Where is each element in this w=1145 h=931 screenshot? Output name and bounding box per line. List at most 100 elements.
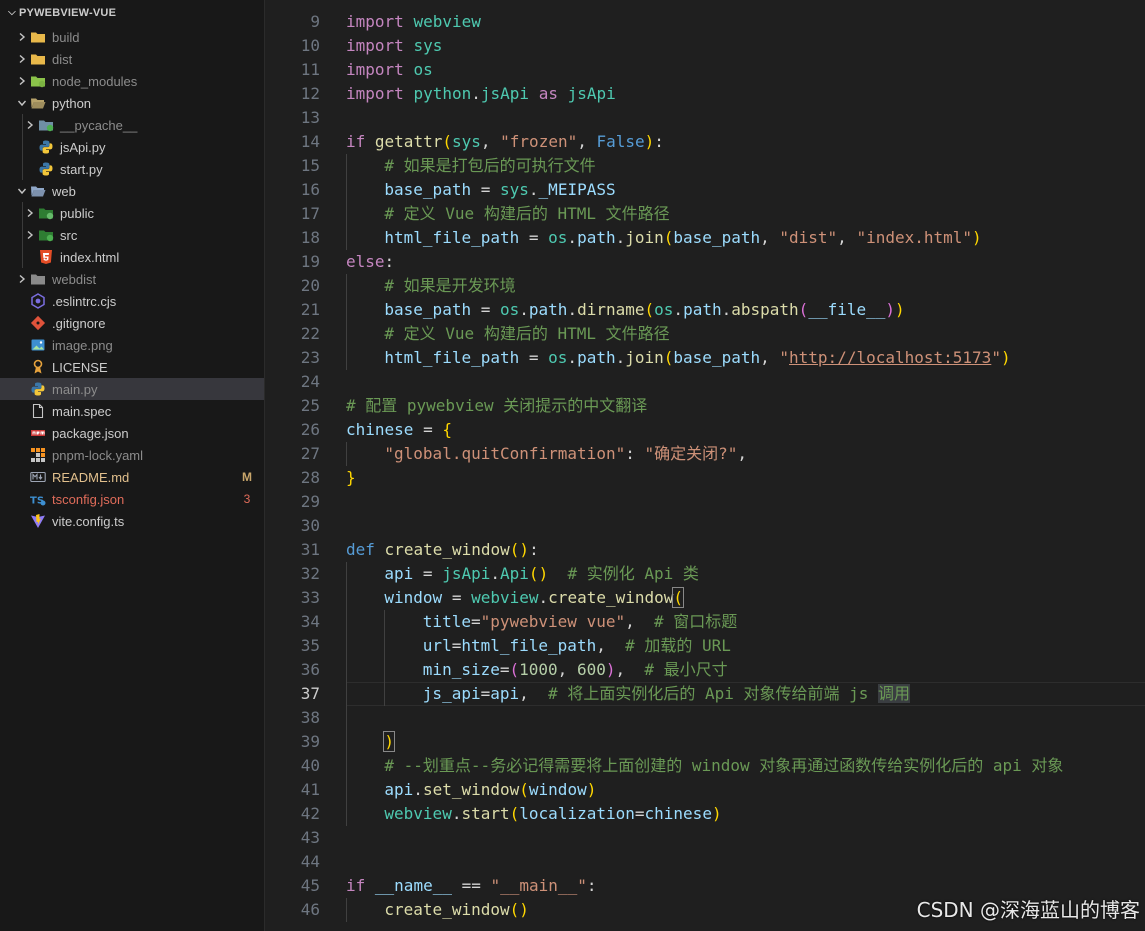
file-item-tsconfig-json[interactable]: TS tsconfig.json 3 [0, 488, 264, 510]
code-line[interactable]: 36 min_size=(1000, 600), # 最小尺寸 [265, 658, 1145, 682]
folder-build-icon [30, 29, 46, 45]
folder-item-build[interactable]: build [0, 26, 264, 48]
indent-guide [346, 346, 347, 370]
code-line[interactable]: 39) [265, 730, 1145, 754]
tree-item-label: pnpm-lock.yaml [52, 447, 144, 463]
indent-guide [346, 658, 347, 682]
code-line[interactable]: 10 import sys [265, 34, 1145, 58]
code-line[interactable]: 17 # 定义 Vue 构建后的 HTML 文件路径 [265, 202, 1145, 226]
code-line[interactable]: 25 # 配置 pywebview 关闭提示的中文翻译 [265, 394, 1145, 418]
code-editor[interactable]: 9 import webview 10 import sys 11 import os 12… [265, 0, 1145, 931]
code-line[interactable]: 44 [265, 850, 1145, 874]
code-line[interactable]: 30 [265, 514, 1145, 538]
code-token: "dist" [779, 228, 838, 247]
folder-item-python[interactable]: python [0, 92, 264, 114]
code-line[interactable]: 40 # --划重点--务必记得需要将上面创建的 window 对象再通过函数传给… [265, 754, 1145, 778]
explorer-root-header[interactable]: ⌵ PYWEBVIEW-VUE [0, 0, 264, 26]
code-line[interactable]: 33 window = webview.create_window( [265, 586, 1145, 610]
code-token: def [346, 540, 375, 559]
indent-guide [346, 898, 347, 922]
file-item-package-json[interactable]: package.json [0, 422, 264, 444]
code-line[interactable]: 22 # 定义 Vue 构建后的 HTML 文件路径 [265, 322, 1145, 346]
code-token: : [625, 444, 645, 463]
code-line[interactable]: 43 [265, 826, 1145, 850]
code-line[interactable]: 27 "global.quitConfirmation": "确定关闭?", [265, 442, 1145, 466]
chevron-right-icon[interactable] [14, 48, 30, 70]
indent-guide [384, 658, 386, 682]
folder-item-pycache[interactable]: __pycache__ [0, 114, 264, 136]
file-item-index-html[interactable]: index.html [0, 246, 264, 268]
code-line[interactable]: 12 import python.jsApi as jsApi [265, 82, 1145, 106]
chevron-right-icon[interactable] [14, 26, 30, 48]
code-line[interactable]: 26 chinese = { [265, 418, 1145, 442]
file-item-vite-config-ts[interactable]: vite.config.ts [0, 510, 264, 532]
code-line[interactable]: 18 html_file_path = os.path.join(base_pat… [265, 226, 1145, 250]
chevron-down-icon[interactable] [14, 92, 30, 114]
code-line[interactable]: 16 base_path = sys._MEIPASS [265, 178, 1145, 202]
file-item-gitignore[interactable]: .gitignore [0, 312, 264, 334]
code-line[interactable]: 11 import os [265, 58, 1145, 82]
tree-item-label: node_modules [52, 73, 138, 89]
code-line[interactable]: 38 [265, 706, 1145, 730]
code-token: , [615, 660, 645, 679]
code-line[interactable]: 31 def create_window(): [265, 538, 1145, 562]
file-item-eslintrc-cjs[interactable]: .eslintrc.cjs [0, 290, 264, 312]
code-line[interactable]: 9 import webview [265, 10, 1145, 34]
code-token: # 如果是开发环境 [384, 276, 516, 295]
code-line[interactable]: 21 base_path = os.path.dirname(os.path.ab… [265, 298, 1145, 322]
file-item-start-py[interactable]: start.py [0, 158, 264, 180]
code-line[interactable]: 28} [265, 466, 1145, 490]
tree-item-label: public [60, 205, 94, 221]
code-token: Api [500, 564, 529, 583]
code-line[interactable]: 14 if getattr(sys, "frozen", False): [265, 130, 1145, 154]
code-line[interactable]: 23 html_file_path = os.path.join(base_pat… [265, 346, 1145, 370]
chevron-right-icon[interactable] [22, 224, 38, 246]
chevron-down-icon[interactable] [14, 180, 30, 202]
file-item-license[interactable]: LICENSE [0, 356, 264, 378]
chevron-right-icon[interactable] [22, 114, 38, 136]
indent-guide [346, 226, 347, 250]
folder-item-web[interactable]: web [0, 180, 264, 202]
code-line[interactable]: 20 # 如果是开发环境 [265, 274, 1145, 298]
folder-item-dist[interactable]: dist [0, 48, 264, 70]
code-line[interactable]: 41 api.set_window(window) [265, 778, 1145, 802]
code-token: : [586, 876, 597, 895]
folder-item-src[interactable]: src [0, 224, 264, 246]
code-line[interactable]: 32 api = jsApi.Api() # 实例化 Api 类 [265, 562, 1145, 586]
file-item-main-spec[interactable]: main.spec [0, 400, 264, 422]
line-number: 26 [300, 420, 320, 439]
code-token: jsApi [480, 84, 530, 103]
code-line[interactable]: 42 webview.start(localization=chinese) [265, 802, 1145, 826]
file-item-main-py[interactable]: main.py [0, 378, 264, 400]
vite-file-icon [30, 513, 46, 529]
code-line[interactable]: 15 # 如果是打包后的可执行文件 [265, 154, 1145, 178]
code-token: chinese [346, 420, 414, 439]
indent-guide [346, 202, 347, 226]
file-item-jsapi-py[interactable]: jsApi.py [0, 136, 264, 158]
file-item-pnpm-lock-yaml[interactable]: pnpm-lock.yaml [0, 444, 264, 466]
code-line[interactable]: 19 else: [265, 250, 1145, 274]
code-line[interactable]: 29 [265, 490, 1145, 514]
line-number: 39 [300, 732, 320, 751]
code-token: ) [519, 540, 530, 559]
chevron-right-icon[interactable] [22, 202, 38, 224]
code-line[interactable]: 34 title="pywebview vue", # 窗口标题 [265, 610, 1145, 634]
code-token: os [548, 228, 568, 247]
folder-item-node-modules[interactable]: node_modules [0, 70, 264, 92]
folder-item-webdist[interactable]: webdist [0, 268, 264, 290]
chevron-right-icon[interactable] [14, 70, 30, 92]
code-line[interactable]: 24 [265, 370, 1145, 394]
file-item-readme-md[interactable]: README.md M [0, 466, 264, 488]
indent-guide [384, 610, 386, 634]
code-token: window [384, 588, 443, 607]
code-line[interactable]: 13 [265, 106, 1145, 130]
tree-item-label: vite.config.ts [52, 513, 125, 529]
code-line[interactable]: 35 url=html_file_path, # 加载的 URL [265, 634, 1145, 658]
file-item-image-png[interactable]: image.png [0, 334, 264, 356]
code-line[interactable]: 37 js_api=api, # 将上面实例化后的 Api 对象传给前端 js 调… [265, 682, 1145, 706]
folder-item-public[interactable]: public [0, 202, 264, 224]
code-token: ) [711, 804, 722, 823]
chevron-right-icon[interactable] [14, 268, 30, 290]
